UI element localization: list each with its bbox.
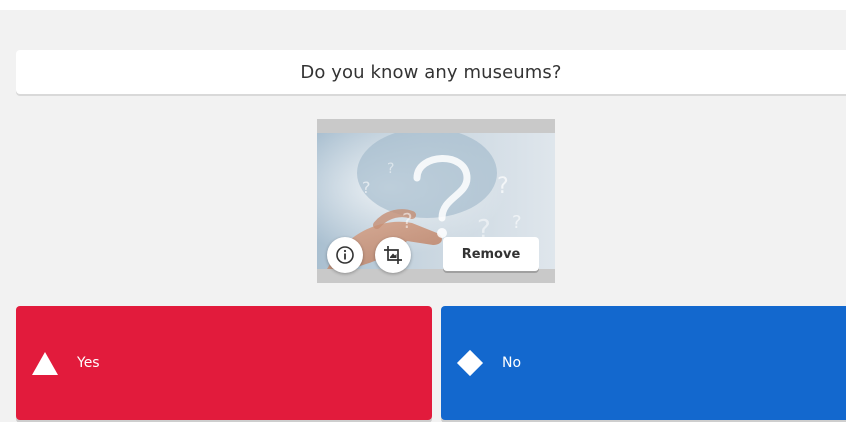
quiz-editor: Do you know any museums? ? ? ? ? ? ? Rem… xyxy=(0,0,846,422)
image-info-button[interactable] xyxy=(327,237,363,273)
answer-option-2[interactable]: No xyxy=(441,306,846,420)
info-icon xyxy=(336,246,354,264)
svg-text:?: ? xyxy=(387,161,394,177)
image-crop-button[interactable] xyxy=(375,237,411,273)
svg-text:?: ? xyxy=(362,178,371,197)
svg-text:?: ? xyxy=(497,174,509,199)
svg-text:?: ? xyxy=(512,212,522,233)
crop-icon xyxy=(384,246,402,264)
svg-text:?: ? xyxy=(402,209,413,233)
answer-option-1[interactable]: Yes xyxy=(16,306,432,420)
question-title-field[interactable]: Do you know any museums? xyxy=(16,50,846,94)
remove-image-button[interactable]: Remove xyxy=(443,237,539,271)
answer-label-yes: Yes xyxy=(77,355,100,371)
diamond-icon xyxy=(456,349,484,377)
question-text: Do you know any museums? xyxy=(300,61,562,83)
triangle-icon xyxy=(31,349,59,377)
answer-label-no: No xyxy=(502,355,522,371)
